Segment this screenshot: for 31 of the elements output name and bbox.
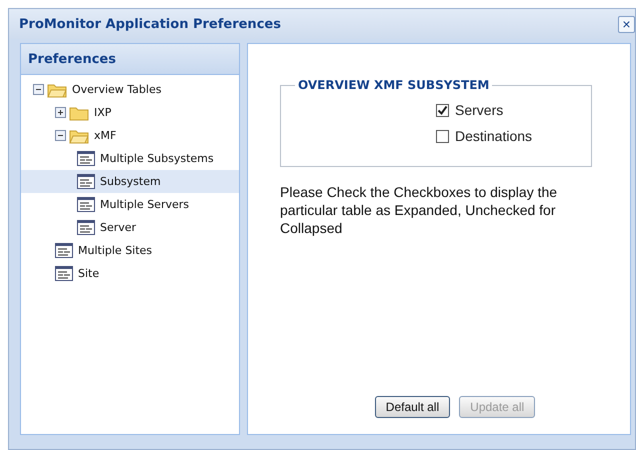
checkbox-option[interactable]: Servers — [436, 102, 581, 118]
tree-item[interactable]: Subsystem — [21, 170, 239, 193]
table-icon — [55, 266, 73, 281]
checkbox[interactable] — [436, 130, 449, 142]
tree-item[interactable]: Multiple Sites — [21, 239, 239, 262]
tree-item[interactable]: Multiple Subsystems — [21, 147, 239, 170]
tree-item[interactable]: IXP — [21, 101, 239, 124]
table-icon — [77, 197, 95, 212]
tree-item[interactable]: Site — [21, 262, 239, 285]
instruction-text: Please Check the Checkboxes to display the particular table as Expanded, Unchecked for Collapsed — [280, 183, 558, 237]
action-button[interactable]: Default all — [374, 396, 450, 418]
collapse-icon[interactable] — [33, 84, 44, 95]
checkbox[interactable] — [436, 104, 449, 116]
expand-icon[interactable] — [55, 107, 66, 118]
table-icon — [77, 151, 95, 166]
panel-header: Preferences — [21, 44, 239, 75]
close-button[interactable]: × — [618, 16, 635, 32]
folder-icon — [47, 82, 67, 98]
tree-item[interactable]: Server — [21, 216, 239, 239]
folder-icon — [69, 128, 89, 144]
tree-item[interactable]: Multiple Servers — [21, 193, 239, 216]
window-title: ProMonitor Application Preferences — [19, 16, 281, 32]
tree-item[interactable]: xMF — [21, 124, 239, 147]
folder-icon — [69, 104, 89, 120]
group-title: OVERVIEW XMF SUBSYSTEM — [297, 78, 490, 92]
tree-item[interactable]: Overview Tables — [21, 78, 239, 101]
table-icon — [77, 174, 95, 189]
table-icon — [77, 220, 95, 235]
collapse-icon[interactable] — [55, 130, 66, 141]
table-icon — [55, 243, 73, 258]
checkbox-option[interactable]: Destinations — [436, 128, 581, 144]
